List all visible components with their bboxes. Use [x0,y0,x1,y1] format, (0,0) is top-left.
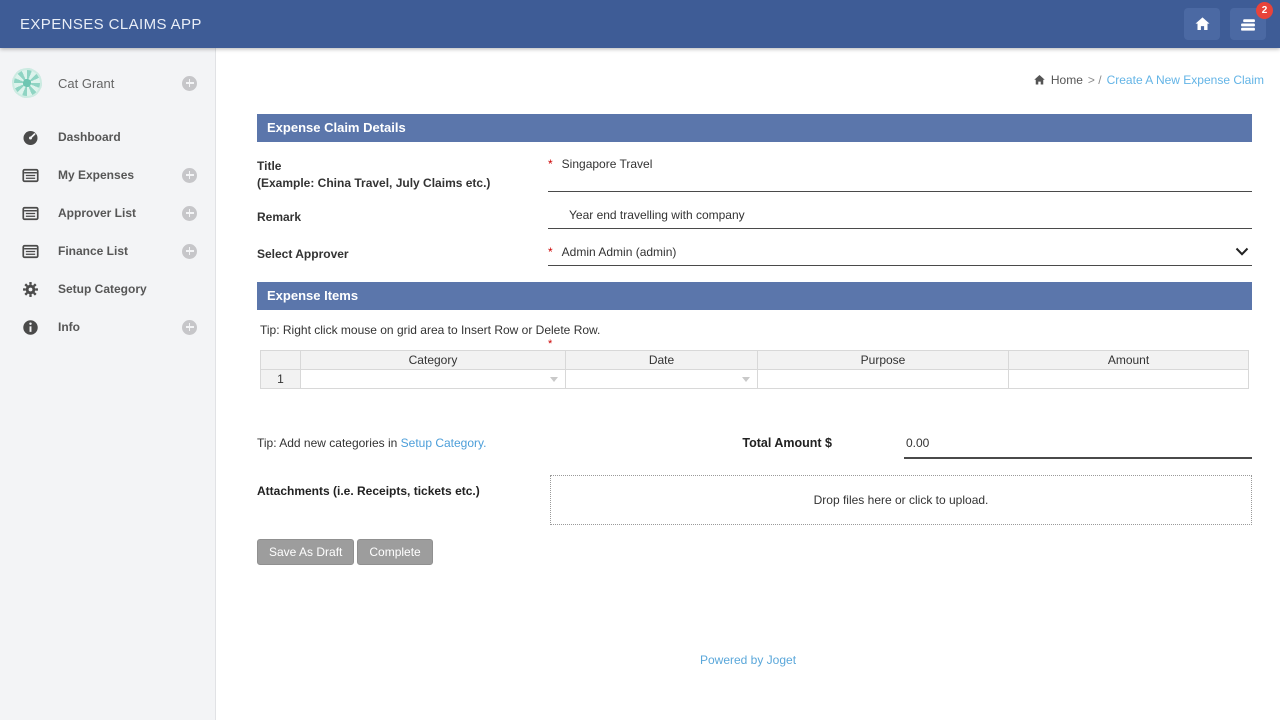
row-number-cell: 1 [261,369,301,388]
title-value: Singapore Travel [562,157,653,171]
expand-plus-icon[interactable] [182,320,197,335]
approver-value: Admin Admin (admin) [562,245,677,259]
user-name: Cat Grant [58,76,114,91]
powered-by-joget-link[interactable]: Powered by Joget [700,653,796,667]
sidebar-item-finance-list[interactable]: Finance List [0,232,215,270]
breadcrumb-separator: > / [1088,73,1102,87]
category-tip: Tip: Add new categories in Setup Categor… [257,436,742,459]
chevron-down-icon [1235,247,1249,256]
approver-label: Select Approver [257,245,548,266]
grid-col-purpose: Purpose [758,350,1009,369]
user-avatar [12,68,42,98]
sidebar-item-my-expenses[interactable]: My Expenses [0,156,215,194]
approver-select[interactable]: * Admin Admin (admin) [548,245,1252,266]
title-input[interactable]: * Singapore Travel [548,157,1252,192]
list-icon [22,167,39,184]
remark-value: Year end travelling with company [569,208,745,222]
dropzone-text: Drop files here or click to upload. [814,493,989,507]
attachments-label: Attachments (i.e. Receipts, tickets etc.… [257,475,550,498]
info-icon [22,319,39,336]
expand-plus-icon[interactable] [182,206,197,221]
setup-category-link[interactable]: Setup Category. [401,436,487,450]
field-row-title: Title (Example: China Travel, July Claim… [257,157,1252,192]
dashboard-icon [22,129,39,146]
sidebar-item-info[interactable]: Info [0,308,215,346]
breadcrumb-home[interactable]: Home [1051,73,1083,87]
field-row-approver: Select Approver * Admin Admin (admin) [257,245,1252,266]
amount-cell[interactable] [1009,369,1249,388]
expense-items-grid: * Category Date Purpose Amount [260,350,1248,389]
file-dropzone[interactable]: Drop files here or click to upload. [550,475,1252,525]
grid-col-date: Date [566,350,758,369]
footer: Powered by Joget [216,653,1280,667]
inbox-icon [1239,16,1257,33]
total-amount-label: Total Amount $ [742,436,832,459]
sidebar-item-setup-category[interactable]: Setup Category [0,270,215,308]
gear-icon [22,281,39,298]
form-buttons: Save As Draft Complete [257,539,1252,565]
required-marker: * [548,157,553,171]
list-icon [22,205,39,222]
complete-button[interactable]: Complete [357,539,432,565]
user-profile[interactable]: Cat Grant [0,48,215,106]
list-icon [22,243,39,260]
dropdown-arrow-icon [742,377,750,382]
expense-claim-form: Expense Claim Details Title (Example: Ch… [257,114,1252,565]
expand-plus-icon[interactable] [182,244,197,259]
sidebar: Cat Grant Dashboard My Expenses Approver… [0,48,216,720]
category-cell-dropdown[interactable] [301,369,566,388]
breadcrumb: Home > / Create A New Expense Claim [1033,73,1264,87]
dropdown-arrow-icon [550,377,558,382]
notification-badge: 2 [1256,2,1273,19]
section-header-claim-details: Expense Claim Details [257,114,1252,142]
sidebar-menu: Dashboard My Expenses Approver List Fina… [0,118,215,346]
sidebar-item-dashboard[interactable]: Dashboard [0,118,215,156]
purpose-cell[interactable] [758,369,1009,388]
field-row-remark: Remark Year end travelling with company [257,208,1252,229]
sidebar-item-approver-list[interactable]: Approver List [0,194,215,232]
expand-plus-icon[interactable] [182,76,197,91]
remark-label: Remark [257,208,548,229]
grid-col-amount: Amount [1009,350,1249,369]
total-row: Tip: Add new categories in Setup Categor… [257,436,1252,459]
grid-header-row: Category Date Purpose Amount [261,350,1249,369]
home-button[interactable] [1184,8,1220,40]
required-marker: * [548,338,552,350]
total-amount-value: 0.00 [904,436,1252,459]
app-title: EXPENSES CLAIMS APP [20,16,202,33]
home-icon [1194,16,1211,32]
inbox-button[interactable]: 2 [1230,8,1266,40]
required-marker: * [548,245,553,259]
date-cell-dropdown[interactable] [566,369,758,388]
title-label: Title (Example: China Travel, July Claim… [257,157,548,192]
breadcrumb-current[interactable]: Create A New Expense Claim [1107,73,1264,87]
grid-tip: Tip: Right click mouse on grid area to I… [260,323,1252,337]
topbar-actions: 2 [1174,8,1266,40]
grid-col-category: Category [301,350,566,369]
top-bar: EXPENSES CLAIMS APP 2 [0,0,1280,48]
grid-corner-cell [261,350,301,369]
section-header-expense-items: Expense Items [257,282,1252,310]
home-icon [1033,74,1046,86]
save-as-draft-button[interactable]: Save As Draft [257,539,354,565]
expand-plus-icon[interactable] [182,168,197,183]
grid-data-row: 1 [261,369,1249,388]
attachments-row: Attachments (i.e. Receipts, tickets etc.… [257,475,1252,525]
remark-input[interactable]: Year end travelling with company [548,208,1252,229]
main-content: Home > / Create A New Expense Claim Expe… [216,48,1280,720]
